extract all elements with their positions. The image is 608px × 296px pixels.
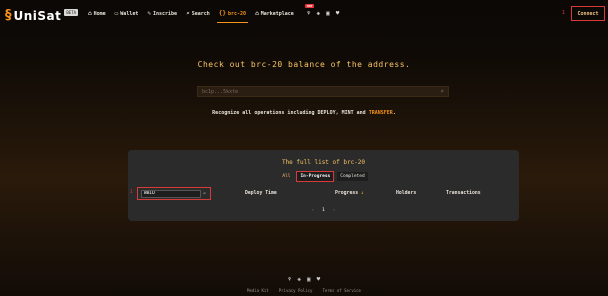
nav-wallet-label: Wallet	[120, 10, 139, 17]
pager-next-icon[interactable]: ›	[333, 208, 336, 213]
main-nav: ⌂ Home ▭ Wallet ✎ Inscribe ⌕ Search {} b…	[88, 4, 340, 23]
ticker-filter: ⌕	[137, 187, 211, 200]
nav-home[interactable]: ⌂ Home	[88, 10, 106, 17]
hero-title: Check out brc-20 balance of the address.	[197, 60, 411, 69]
nav-marketplace-label: Marketplace	[260, 10, 294, 17]
subtext-transfer: TRANSFER	[368, 110, 393, 116]
nav-wallet[interactable]: ▭ Wallet	[115, 10, 139, 17]
footer-link-privacy[interactable]: Privacy Policy	[279, 288, 313, 293]
twitter-icon[interactable]: ♥	[336, 10, 340, 17]
community-icon[interactable]: ◈	[297, 276, 301, 283]
unisat-logo[interactable]: § UniSat BETA	[5, 8, 79, 23]
nav-home-label: Home	[93, 10, 106, 17]
tab-completed[interactable]: Completed	[337, 172, 368, 181]
search-icon: ⌕	[186, 10, 190, 17]
footer-link-terms[interactable]: Terms of Service	[322, 288, 361, 293]
beta-badge: BETA	[64, 9, 79, 16]
address-search-input[interactable]	[202, 88, 441, 95]
unisat-logo-text: UniSat	[13, 8, 62, 23]
medium-icon[interactable]: ▣	[307, 276, 311, 283]
footer-social-links: ♆ ◈ ▣ ♥	[0, 276, 608, 283]
braces-icon: {}	[218, 10, 226, 17]
status-tabs: All In-Progress Completed	[128, 171, 519, 182]
discord-icon[interactable]: ♆	[288, 276, 292, 283]
hero-subtext: Recognize all operations including DEPLO…	[0, 110, 608, 116]
wallet-icon: ▭	[114, 10, 119, 17]
column-transactions[interactable]: Transactions	[446, 191, 481, 196]
nav-search-label: Search	[191, 10, 210, 17]
ticker-filter-input[interactable]	[141, 189, 201, 198]
nav-inscribe[interactable]: ✎ Inscribe	[147, 10, 177, 17]
twitter-icon[interactable]: ♥	[317, 276, 321, 283]
subtext-suffix: .	[392, 110, 396, 116]
footer-links: Media Kit Privacy Policy Terms of Servic…	[0, 288, 608, 293]
top-navigation-bar: § UniSat BETA ⌂ Home ▭ Wallet ✎ Inscribe…	[0, 0, 608, 30]
footer-link-media-kit[interactable]: Media Kit	[247, 288, 269, 293]
hot-badge: HOT	[305, 4, 315, 8]
store-icon: ⌂	[255, 10, 259, 17]
connect-button[interactable]: Connect	[571, 6, 605, 21]
pager-prev-icon[interactable]: ‹	[311, 208, 314, 213]
discord-icon[interactable]: ♆	[307, 10, 311, 17]
column-deploy-time[interactable]: Deploy Time	[245, 191, 277, 196]
panel-title: The full list of brc-20	[281, 159, 366, 166]
brc20-list-panel: The full list of brc-20 All In-Progress …	[128, 150, 519, 221]
column-holders[interactable]: Holders	[396, 191, 416, 196]
sort-down-icon: ↓	[361, 191, 364, 196]
tab-in-progress[interactable]: In-Progress	[296, 171, 335, 182]
pager-current-page[interactable]: 1	[322, 208, 325, 213]
social-links: ♆ ◈ ▣ ♥	[307, 10, 340, 17]
step-marker-connect: 1	[562, 10, 566, 16]
search-icon[interactable]: ⌕	[203, 191, 206, 197]
nav-brc20[interactable]: {} brc-20	[216, 10, 249, 23]
pagination: ‹ 1 ›	[128, 208, 519, 213]
community-icon[interactable]: ◈	[316, 10, 320, 17]
column-progress-label: Progress	[335, 191, 359, 196]
unisat-logo-icon: §	[5, 8, 12, 23]
address-search-bar[interactable]: ⌕	[197, 86, 449, 97]
column-progress[interactable]: Progress ↓	[335, 191, 364, 196]
subtext-prefix: Recognize all operations including DEPLO…	[212, 110, 369, 116]
nav-marketplace[interactable]: ⌂ Marketplace HOT	[255, 4, 315, 17]
nav-brc20-label: brc-20	[228, 10, 247, 17]
nav-search[interactable]: ⌕ Search	[186, 10, 210, 17]
search-icon[interactable]: ⌕	[440, 88, 444, 95]
step-marker-filter: 1	[130, 190, 133, 195]
pen-icon: ✎	[147, 10, 151, 17]
tab-all[interactable]: All	[279, 172, 293, 181]
medium-icon[interactable]: ▣	[326, 10, 330, 17]
nav-inscribe-label: Inscribe	[152, 10, 178, 17]
home-icon: ⌂	[88, 10, 92, 17]
